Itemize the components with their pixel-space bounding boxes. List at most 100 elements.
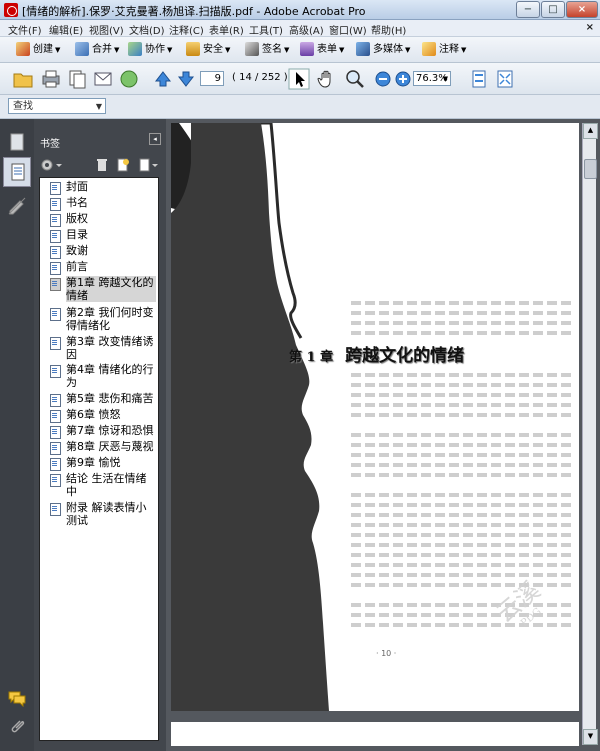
open-folder-icon[interactable] — [12, 68, 34, 90]
menu-tools[interactable]: 工具(T) — [249, 22, 283, 37]
hand-tool-icon[interactable] — [316, 68, 338, 90]
menu-view[interactable]: 视图(V) — [89, 22, 124, 37]
scrollbar-thumb[interactable] — [584, 159, 597, 179]
chevron-down-icon: ▼ — [167, 46, 173, 54]
menu-forms[interactable]: 表单(R) — [209, 22, 244, 37]
full-screen-icon[interactable] — [494, 68, 516, 90]
select-cursor-icon[interactable] — [288, 68, 310, 90]
bookmark-item[interactable]: 第2章 我们何时变得情绪化 — [40, 306, 160, 334]
create-button[interactable]: 创建 ▼ — [16, 41, 60, 59]
bookmark-item[interactable]: 第9章 愉悦 — [40, 456, 160, 471]
attachments-icon[interactable] — [8, 717, 26, 735]
bookmark-label: 第4章 情绪化的行为 — [66, 363, 154, 389]
secure-label: 安全 — [203, 44, 223, 55]
multimedia-button[interactable]: 多媒体 ▼ — [356, 41, 410, 59]
bookmark-item[interactable]: 致谢 — [40, 244, 160, 259]
bookmark-item[interactable]: 第7章 惊讶和恐惧 — [40, 424, 160, 439]
zoom-tool-icon[interactable] — [344, 68, 366, 90]
bookmark-page-icon — [50, 474, 61, 487]
email-icon[interactable] — [92, 68, 114, 90]
next-page-icon[interactable] — [175, 68, 197, 90]
options-gear-icon[interactable] — [40, 158, 62, 172]
bookmark-item[interactable]: 版权 — [40, 212, 160, 227]
bookmark-label: 第6章 愤怒 — [66, 408, 121, 421]
bookmark-item[interactable]: 第6章 愤怒 — [40, 408, 160, 423]
previous-page-icon[interactable] — [152, 68, 174, 90]
fit-page-icon[interactable] — [468, 68, 490, 90]
pages-icon[interactable] — [66, 68, 88, 90]
expand-bookmark-icon[interactable] — [138, 158, 158, 172]
menu-help[interactable]: 帮助(H) — [371, 22, 406, 37]
menu-file[interactable]: 文件(F) — [8, 22, 42, 37]
page-count-label: ( 14 / 252 ) — [232, 72, 288, 83]
bookmark-icon — [11, 163, 25, 181]
menu-bar: 文件(F) 编辑(E) 视图(V) 文档(D) 注释(C) 表单(R) 工具(T… — [0, 20, 600, 37]
bookmark-item[interactable]: 书名 — [40, 196, 160, 211]
menu-advanced[interactable]: 高级(A) — [289, 22, 324, 37]
close-button[interactable]: × — [566, 1, 598, 18]
bookmark-label: 前言 — [66, 260, 88, 273]
combine-button[interactable]: 合并 ▼ — [75, 41, 119, 59]
comments-icon[interactable] — [8, 689, 26, 707]
menu-window[interactable]: 窗口(W) — [329, 22, 367, 37]
page-number-input[interactable]: 9 — [200, 71, 224, 86]
bookmark-item[interactable]: 目录 — [40, 228, 160, 243]
menu-comments[interactable]: 注释(C) — [169, 22, 204, 37]
bookmark-item[interactable]: 第5章 悲伤和痛苦 — [40, 392, 160, 407]
bookmark-page-icon — [50, 278, 61, 291]
document-view[interactable]: 第 1 章跨越文化的情绪 · 10 · 云溪 PDG ▲ ▼ — [166, 119, 600, 751]
bookmark-page-icon — [50, 394, 61, 407]
bookmark-item-selected[interactable]: 第1章 跨越文化的情绪 — [40, 276, 160, 304]
new-bookmark-icon[interactable] — [116, 158, 130, 172]
bookmark-item[interactable]: 结论 生活在情绪中 — [40, 472, 160, 500]
chevron-down-icon: ▼ — [114, 46, 120, 54]
sign-button[interactable]: 签名 ▼ — [245, 41, 289, 59]
zoom-in-icon[interactable] — [392, 68, 414, 90]
bookmark-label: 第9章 愉悦 — [66, 456, 121, 469]
bookmark-item[interactable]: 附录 解读表情小测试 — [40, 501, 160, 529]
zoom-out-icon[interactable] — [372, 68, 394, 90]
collaborate-label: 协作 — [145, 44, 165, 55]
find-input[interactable]: 查找 ▼ — [8, 98, 106, 114]
collapse-panel-button[interactable]: ◂ — [149, 133, 161, 145]
body-text-line — [351, 533, 571, 537]
signatures-icon[interactable] — [8, 197, 26, 215]
bookmark-label: 致谢 — [66, 244, 88, 257]
document-close-button[interactable]: × — [586, 22, 594, 33]
secure-button[interactable]: 安全 ▼ — [186, 41, 230, 59]
bookmark-item[interactable]: 第4章 情绪化的行为 — [40, 363, 160, 391]
body-text-line — [351, 373, 571, 377]
scroll-up-arrow-icon[interactable]: ▲ — [583, 123, 598, 139]
combine-icon — [75, 42, 89, 56]
bookmark-item[interactable]: 第8章 厌恶与蔑视 — [40, 440, 160, 455]
page-thumbnails-icon[interactable] — [8, 133, 26, 151]
vertical-scrollbar[interactable]: ▲ ▼ — [582, 123, 598, 745]
bookmarks-tab[interactable] — [3, 157, 31, 187]
delete-bookmark-icon[interactable] — [96, 158, 108, 172]
zoom-level-input[interactable]: 76.3% ▼ — [413, 71, 451, 86]
maximize-button[interactable]: □ — [541, 1, 565, 18]
bookmark-item[interactable]: 前言 — [40, 260, 160, 275]
body-text-line — [351, 523, 571, 527]
menu-document[interactable]: 文档(D) — [129, 22, 165, 37]
scroll-down-arrow-icon[interactable]: ▼ — [583, 729, 598, 745]
forms-button[interactable]: 表单 ▼ — [300, 41, 344, 59]
bookmark-item[interactable]: 封面 — [40, 180, 160, 195]
body-text-line — [351, 403, 571, 407]
menu-edit[interactable]: 编辑(E) — [49, 22, 83, 37]
bookmark-page-icon — [50, 337, 61, 350]
minimize-button[interactable]: − — [516, 1, 540, 18]
chapter-number: 第 1 章 — [289, 350, 334, 365]
share-icon[interactable] — [118, 68, 140, 90]
body-text-line — [351, 393, 571, 397]
bookmark-label: 第7章 惊讶和恐惧 — [66, 424, 154, 437]
print-icon[interactable] — [40, 68, 62, 90]
bookmark-item[interactable]: 第3章 改变情绪诱因 — [40, 335, 160, 363]
collaborate-button[interactable]: 协作 ▼ — [128, 41, 172, 59]
chevron-down-icon: ▼ — [461, 46, 467, 54]
bookmark-page-icon — [50, 230, 61, 243]
comment-button[interactable]: 注释 ▼ — [422, 41, 466, 59]
bookmark-page-icon — [50, 246, 61, 259]
chevron-down-icon: ▼ — [225, 46, 231, 54]
comment-icon — [422, 42, 436, 56]
